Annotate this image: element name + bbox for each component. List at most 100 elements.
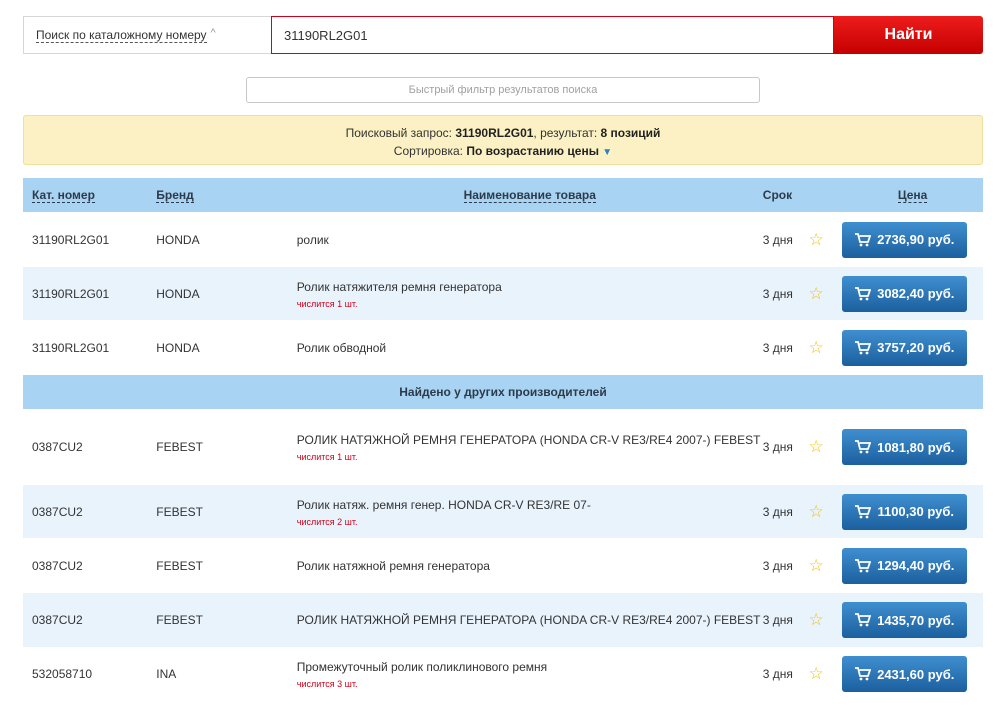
product-name: Ролик натяж. ремня генер. HONDA CR-V RE3… [296,497,591,512]
table-row: 31190RL2G01 HONDA Ролик обводной 3 дня ☆ 3757… [23,320,983,375]
sort-summary: Сортировка: По возрастанию цены ▼ [24,142,982,162]
price-label: 1294,40 руб. [877,558,955,573]
stock-note: числится 2 шт. [296,516,358,527]
brand: FEBEST [156,558,203,573]
favorite-cell: ☆ [809,647,843,701]
header-brand[interactable]: Бренд [156,178,297,212]
price-cell: 2431,60 руб. [842,647,983,701]
delivery-term: 3 дня [762,340,793,355]
sort-value: По возрастанию цены [466,144,599,158]
sort-dropdown[interactable]: По возрастанию цены ▼ [466,144,612,158]
product-name-cell: ролик [297,212,763,267]
header-price[interactable]: Цена [842,178,983,212]
cat-number: 31190RL2G01 [23,267,157,320]
product-name: Ролик обводной [296,340,387,355]
product-name-cell: Ролик натяжителя ремня генератора числитс… [296,267,763,320]
price-label: 1100,30 руб. [877,504,954,519]
product-name: ролик [296,232,329,247]
search-input[interactable] [271,16,834,54]
cart-icon [855,286,872,301]
delivery-term: 3 дня [762,440,793,454]
cart-icon [855,667,872,681]
add-to-cart-button[interactable]: 2736,90 руб. [842,221,968,258]
product-name-cell: Промежуточный ролик поликлинового ремня ч… [297,647,763,701]
favorite-cell: ☆ [808,485,843,538]
star-icon[interactable]: ☆ [809,664,824,683]
add-to-cart-button[interactable]: 2431,60 руб. [842,656,968,692]
product-name-cell: РОЛИК НАТЯЖНОЙ РЕМНЯ ГЕНЕРАТОРА (HONDA C… [297,409,763,485]
cat-number: 0387CU2 [23,485,157,538]
favorite-cell: ☆ [809,320,843,375]
brand: FEBEST [156,440,203,454]
brand: FEBEST [156,485,297,538]
price-cell: 1100,30 руб. [842,485,983,538]
section-header-row: Найдено у других производителей [23,375,983,409]
product-name: Ролик натяжной ремня генератора [296,558,490,573]
delivery-term: 3 дня [762,485,809,538]
header-term: Срок [762,178,809,212]
table-row: 0387CU2 FEBEST Ролик натяж. ремня генер. H… [23,485,983,538]
section-title: Найдено у других производителей [23,375,983,409]
price-label: 2431,60 руб. [877,666,955,682]
add-to-cart-button[interactable]: 1435,70 руб. [842,602,968,638]
star-icon[interactable]: ☆ [809,437,824,456]
search-button[interactable]: Найти [834,16,983,54]
add-to-cart-button[interactable]: 3757,20 руб. [842,329,968,366]
cat-number: 0387CU2 [32,440,83,454]
brand: HONDA [156,340,200,355]
cat-number: 31190RL2G01 [32,232,110,247]
add-to-cart-button[interactable]: 1081,80 руб. [842,429,968,465]
delivery-term: 3 дня [762,267,809,320]
header-num[interactable]: Кат. номер [23,178,157,212]
price-cell: 3082,40 руб. [842,267,983,320]
header-name[interactable]: Наименование товара [296,178,763,212]
star-icon[interactable]: ☆ [809,338,824,357]
search-info-box: Поисковый запрос: 31190RL2G01, результат… [23,115,983,165]
brand: HONDA [156,267,297,320]
table-header-row: Кат. номер Бренд Наименование товара Сро… [23,178,983,212]
result-prefix: , результат: [533,126,601,140]
star-icon[interactable]: ☆ [809,502,824,521]
brand: INA [156,667,177,681]
results-table: Кат. номер Бренд Наименование товара Сро… [23,178,983,701]
quick-filter-input[interactable] [246,77,760,103]
favorite-cell: ☆ [808,267,843,320]
stock-note: числится 1 шт. [296,298,358,309]
brand: HONDA [156,232,200,247]
price-label: 1081,80 руб. [877,439,955,455]
star-icon[interactable]: ☆ [809,556,824,575]
search-type-dropdown[interactable]: Поиск по каталожному номеру ^ [23,16,271,54]
delivery-term: 3 дня [762,232,793,247]
query-value: 31190RL2G01 [455,126,534,140]
search-type-label: Поиск по каталожному номеру [36,27,207,43]
price-label: 3082,40 руб. [877,286,955,301]
add-to-cart-button[interactable]: 3082,40 руб. [842,275,968,312]
favorite-cell: ☆ [808,593,843,647]
favorite-cell: ☆ [809,538,843,593]
cart-icon [855,440,872,454]
favorite-cell: ☆ [809,212,843,267]
product-name-cell: Ролик натяжной ремня генератора [297,538,763,593]
cat-number: 0387CU2 [32,558,83,573]
query-summary: Поисковый запрос: 31190RL2G01, результат… [24,124,982,142]
product-name: РОЛИК НАТЯЖНОЙ РЕМНЯ ГЕНЕРАТОРА (HONDA C… [296,613,761,627]
price-label: 2736,90 руб. [877,232,955,247]
cart-icon [855,340,872,355]
star-icon[interactable]: ☆ [809,610,824,629]
product-name: Промежуточный ролик поликлинового ремня [296,660,548,674]
stock-note: числится 1 шт. [296,452,358,462]
cart-icon [855,504,872,519]
star-icon[interactable]: ☆ [809,284,824,303]
star-icon[interactable]: ☆ [809,230,824,249]
stock-note: числится 3 шт. [296,679,358,689]
delivery-term: 3 дня [762,667,793,681]
add-to-cart-button[interactable]: 1294,40 руб. [842,547,968,584]
delivery-term: 3 дня [762,593,809,647]
price-label: 3757,20 руб. [877,340,955,355]
price-cell: 1294,40 руб. [842,538,983,593]
add-to-cart-button[interactable]: 1100,30 руб. [842,493,968,530]
table-row: 0387CU2 FEBEST РОЛИК НАТЯЖНОЙ РЕМНЯ ГЕНЕРА… [23,409,983,485]
cart-icon [855,558,872,573]
product-name-cell: РОЛИК НАТЯЖНОЙ РЕМНЯ ГЕНЕРАТОРА (HONDA C… [296,593,763,647]
chevron-up-icon: ^ [210,27,216,39]
